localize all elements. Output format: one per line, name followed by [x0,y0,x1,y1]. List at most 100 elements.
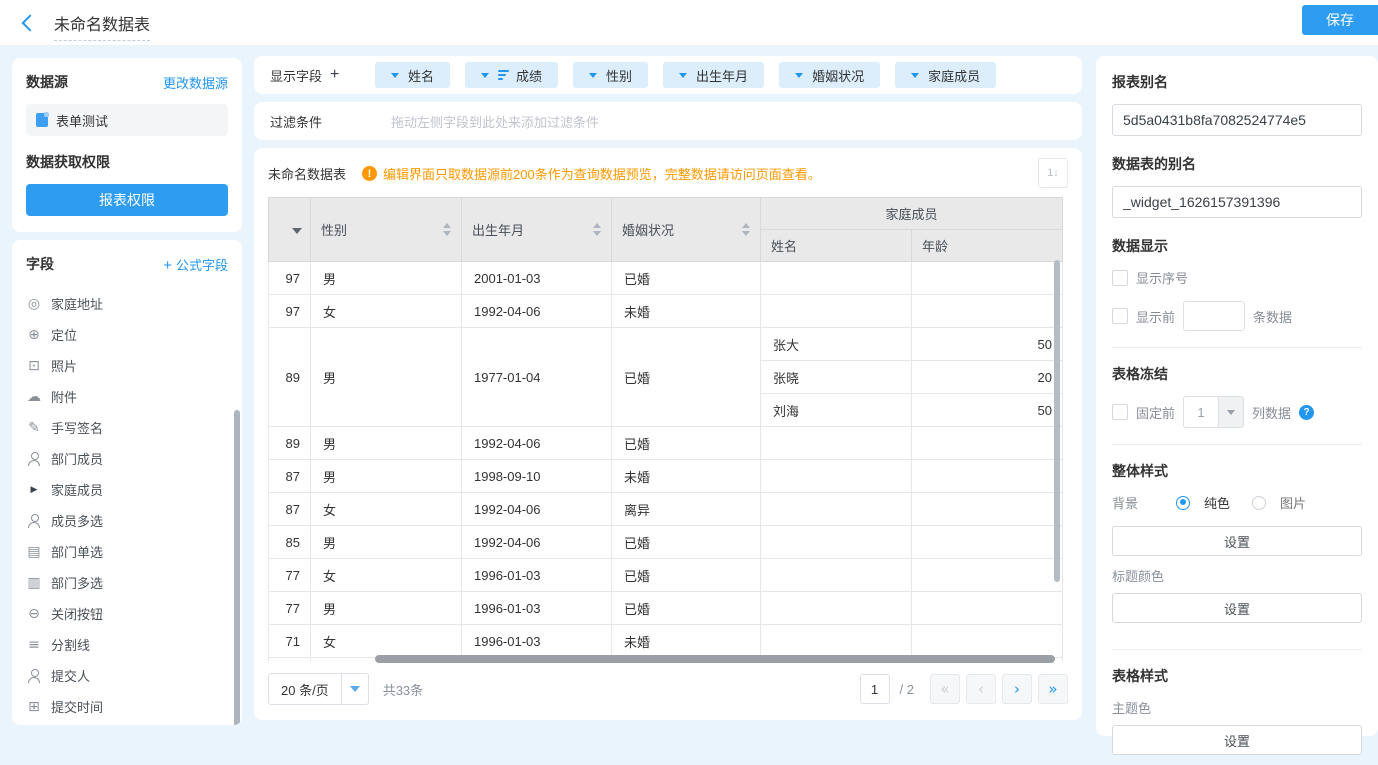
table-cell: 1992-04-06 [462,493,612,526]
background-set-button[interactable]: 设置 [1112,526,1362,556]
table-cell: 1996-01-03 [462,559,612,592]
table-cell [912,592,1063,625]
page-size-select[interactable]: 20 条/页 [268,673,369,705]
fields-card: 字段 +公式字段 ◎家庭地址⊕定位⊡照片☁附件✎手写签名部门成员 ▶家庭成员成员多… [12,240,242,725]
field-item[interactable]: ◎家庭地址 [26,288,228,319]
show-index-checkbox[interactable] [1112,270,1128,286]
field-label: 部门成员 [51,449,103,468]
field-label: 关闭按钮 [51,604,103,623]
divider-icon: ≡ [26,637,42,653]
field-chip[interactable]: 成绩 [465,62,558,88]
column-header[interactable]: 性别 [311,198,462,262]
pagination-bar: 20 条/页 共33条 1 / 2 [268,673,1068,705]
chevron-down-icon[interactable] [795,73,803,78]
field-chip[interactable]: 家庭成员 [895,62,996,88]
show-first-count-input[interactable] [1183,301,1245,331]
table-cell [761,526,912,559]
table-vertical-scrollbar[interactable] [1054,260,1060,582]
page-title[interactable]: 未命名数据表 [54,11,150,41]
field-item[interactable]: ▥部门多选 [26,567,228,598]
field-chip[interactable]: 姓名 [375,62,450,88]
table-cell: 87 [269,460,311,493]
field-item[interactable]: ☁附件 [26,381,228,412]
help-icon[interactable] [1299,405,1314,420]
image-radio[interactable] [1252,496,1266,510]
field-item[interactable]: ▤部门单选 [26,536,228,567]
current-page-input[interactable]: 1 [860,674,890,704]
back-icon[interactable] [22,14,39,31]
show-first-checkbox[interactable] [1112,308,1128,324]
last-page-button[interactable] [1038,674,1068,704]
field-item[interactable]: ⊞提交时间 [26,691,228,722]
theme-color-set-button[interactable]: 设置 [1112,725,1362,755]
chevron-down-icon[interactable] [911,73,919,78]
solid-color-radio[interactable] [1176,496,1190,510]
divider [1112,649,1362,650]
field-item[interactable]: 部门成员 [26,443,228,474]
table-cell [761,460,912,493]
report-alias-input[interactable] [1112,104,1362,136]
chevron-down-icon[interactable] [679,73,687,78]
divider [1112,347,1362,348]
table-cell: 女 [311,295,462,328]
table-cell: 97 [269,295,311,328]
add-display-field-icon[interactable]: + [330,66,339,84]
table-cell: 89 [269,427,311,460]
filter-drop-placeholder[interactable]: 拖动左侧字段到此处来添加过滤条件 [391,112,599,131]
table-cell: 已婚 [612,427,761,460]
table-alias-input[interactable] [1112,186,1362,218]
title-color-set-button[interactable]: 设置 [1112,593,1362,623]
field-label: 家庭成员 [51,480,103,499]
field-item[interactable]: 成员多选 [26,505,228,536]
next-page-button[interactable] [1002,674,1032,704]
table-cell: 77 [269,559,311,592]
chevron-down-icon[interactable] [481,73,489,78]
column-header[interactable]: 出生年月 [462,198,612,262]
field-item[interactable]: ✎手写签名 [26,412,228,443]
datasource-item[interactable]: 表单测试 [26,104,228,136]
report-permission-button[interactable]: 报表权限 [26,184,228,216]
table-style-title: 表格样式 [1112,666,1362,686]
field-item[interactable]: ⊕定位 [26,319,228,350]
field-chip[interactable]: 婚姻状况 [779,62,880,88]
sort-toggle-icon[interactable] [593,223,601,236]
field-label: 提交人 [51,666,90,685]
sort-descending-icon [292,228,302,234]
dept-single-icon: ▤ [26,544,42,560]
sidebar-scrollbar[interactable] [234,410,240,725]
freeze-cols-select[interactable]: 1 [1183,396,1244,428]
field-item[interactable]: ⊡照片 [26,350,228,381]
chevron-down-icon[interactable] [391,73,399,78]
first-page-button[interactable] [930,674,960,704]
field-item[interactable]: ≡分割线 [26,629,228,660]
field-chip[interactable]: 出生年月 [663,62,764,88]
table-horizontal-scrollbar[interactable] [375,655,1055,663]
column-header[interactable]: 婚姻状况 [612,198,761,262]
table-cell: 77 [269,592,311,625]
change-datasource-link[interactable]: 更改数据源 [163,73,228,92]
target-icon: ⊕ [26,327,42,343]
table-cell [761,625,912,658]
display-fields-card: 显示字段 + 姓名成绩性别出生年月婚姻状况家庭成员 [254,56,1082,94]
prev-page-button[interactable] [966,674,996,704]
table-cell: 女 [311,559,462,592]
add-formula-field-link[interactable]: +公式字段 [163,255,228,274]
data-display-title: 数据显示 [1112,236,1362,256]
sort-order-button[interactable]: 1↓ [1038,158,1068,188]
datasource-card: 数据源 更改数据源 表单测试 数据获取权限 报表权限 [12,58,242,232]
field-item[interactable]: ▶家庭成员 [26,474,228,505]
field-item[interactable]: ⊖关闭按钮 [26,598,228,629]
member-icon [26,452,42,466]
chevron-down-icon[interactable] [589,73,597,78]
fields-title: 字段 [26,254,54,274]
table-cell: 87 [269,493,311,526]
field-item[interactable]: 提交人 [26,660,228,691]
sort-toggle-icon[interactable] [443,223,451,236]
field-chip[interactable]: 性别 [573,62,648,88]
sort-toggle-icon[interactable] [742,223,750,236]
save-button[interactable]: 保存 [1302,5,1378,35]
score-column-header[interactable] [269,198,311,262]
freeze-suffix-label: 列数据 [1252,403,1291,422]
submitter-icon [26,669,42,683]
freeze-checkbox[interactable] [1112,404,1128,420]
